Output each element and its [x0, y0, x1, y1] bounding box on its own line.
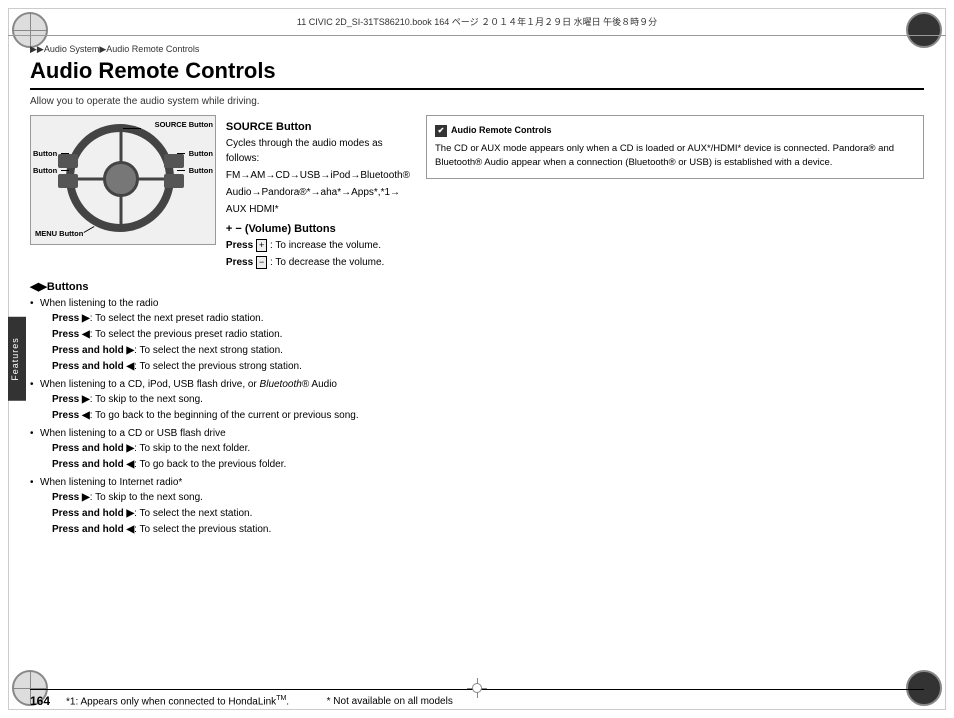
source-section: SOURCE Button Cycles through the audio m… — [226, 115, 410, 274]
bottom-crosshair — [467, 678, 487, 698]
note-header: ✔ Audio Remote Controls — [435, 124, 915, 138]
prev-next-list: When listening to the radio Press ▶: To … — [30, 296, 410, 538]
prev-next-title: ◀▶Buttons — [30, 280, 410, 293]
book-info: 11 CIVIC 2D_SI-31TS86210.book 164 ページ ２０… — [24, 15, 930, 28]
button-right1-label: Button — [189, 149, 213, 158]
left-column: SOURCE Button Button Button Button Butto… — [30, 115, 410, 540]
menu-button-label: MENU Button — [35, 229, 83, 238]
features-tab: Features — [8, 317, 26, 401]
volume-plus-line: Press + : To increase the volume. — [226, 238, 410, 253]
prev-next-section: ◀▶Buttons When listening to the radio Pr… — [30, 280, 410, 538]
volume-minus-line: Press − : To decrease the volume. — [226, 255, 410, 270]
volume-section-body: Press + : To increase the volume. Press … — [226, 238, 410, 270]
minus-button-icon: − — [256, 256, 267, 269]
main-content: Audio Remote Controls Allow you to opera… — [30, 58, 924, 678]
list-item-radio: When listening to the radio Press ▶: To … — [30, 296, 410, 375]
button-right2-label: Button — [189, 166, 213, 175]
right-column: ✔ Audio Remote Controls The CD or AUX mo… — [426, 115, 924, 540]
plus-button-icon: + — [256, 239, 267, 252]
page-number: 164 — [30, 694, 50, 708]
footnote-star1: *1: Appears only when connected to Honda… — [66, 695, 289, 707]
source-section-body: Cycles through the audio modes as follow… — [226, 136, 410, 217]
note-body: The CD or AUX mode appears only when a C… — [435, 142, 915, 171]
steering-wheel-image: SOURCE Button Button Button Button Butto… — [30, 115, 216, 245]
breadcrumb: ▶▶Audio System▶Audio Remote Controls — [30, 44, 199, 55]
button-left2-label: Button — [33, 166, 57, 175]
source-cycle-1: FM→AM→CD→USB→iPod→Bluetooth® — [226, 168, 410, 183]
footnote-star: * Not available on all models — [327, 696, 453, 707]
page-title: Audio Remote Controls — [30, 58, 924, 90]
volume-section-title: + − (Volume) Buttons — [226, 223, 410, 235]
two-column-layout: SOURCE Button Button Button Button Butto… — [30, 115, 924, 540]
subtitle: Allow you to operate the audio system wh… — [30, 96, 924, 107]
source-button-label: SOURCE Button — [155, 120, 213, 129]
source-cycle-intro: Cycles through the audio modes as follow… — [226, 136, 410, 166]
source-section-title: SOURCE Button — [226, 121, 410, 133]
list-item-usb: When listening to a CD or USB flash driv… — [30, 426, 410, 473]
source-cycle-3: AUX HDMI* — [226, 202, 410, 217]
note-box: ✔ Audio Remote Controls The CD or AUX mo… — [426, 115, 924, 179]
note-icon: ✔ — [435, 125, 447, 137]
source-cycle-2: Audio→Pandora®*→aha*→Apps*,*1→ — [226, 185, 410, 200]
list-item-internet-radio: When listening to Internet radio* Press … — [30, 475, 410, 538]
list-item-cd: When listening to a CD, iPod, USB flash … — [30, 377, 410, 424]
header-bar: 11 CIVIC 2D_SI-31TS86210.book 164 ページ ２０… — [8, 8, 946, 36]
button-left1-label: Button — [33, 149, 57, 158]
